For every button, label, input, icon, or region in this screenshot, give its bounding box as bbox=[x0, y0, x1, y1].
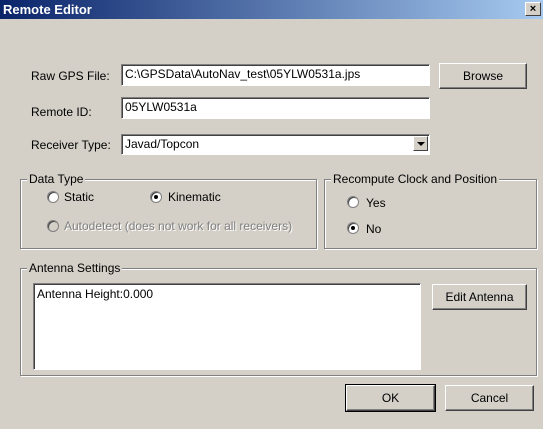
antenna-settings-title: Antenna Settings bbox=[27, 261, 123, 275]
static-label[interactable]: Static bbox=[64, 190, 94, 204]
recompute-group: Recompute Clock and Position bbox=[324, 172, 537, 249]
antenna-settings-list[interactable]: Antenna Height:0.000 bbox=[33, 283, 421, 370]
receiver-type-label: Receiver Type: bbox=[31, 138, 111, 152]
raw-gps-file-label: Raw GPS File: bbox=[31, 69, 110, 83]
recompute-yes-radio[interactable] bbox=[347, 196, 359, 208]
kinematic-label[interactable]: Kinematic bbox=[168, 190, 221, 204]
close-button[interactable]: × bbox=[525, 2, 541, 16]
recompute-yes-label[interactable]: Yes bbox=[366, 196, 386, 210]
remote-id-input[interactable]: 05YLW0531a bbox=[121, 97, 430, 119]
recompute-no-label[interactable]: No bbox=[366, 222, 381, 236]
receiver-type-value: Javad/Topcon bbox=[125, 137, 200, 151]
data-type-title: Data Type bbox=[27, 172, 86, 186]
remote-id-label: Remote ID: bbox=[31, 105, 92, 119]
autodetect-label: Autodetect (does not work for all receiv… bbox=[64, 219, 293, 233]
receiver-type-select[interactable]: Javad/Topcon bbox=[121, 134, 430, 155]
close-icon: × bbox=[529, 3, 537, 15]
ok-button[interactable]: OK bbox=[345, 384, 436, 412]
static-radio[interactable] bbox=[47, 191, 59, 203]
antenna-height-text: Antenna Height:0.000 bbox=[37, 287, 154, 301]
raw-gps-file-input[interactable]: C:\GPSData\AutoNav_test\05YLW0531a.jps bbox=[121, 64, 430, 86]
autodetect-radio bbox=[47, 220, 59, 232]
recompute-no-radio[interactable] bbox=[347, 222, 359, 234]
recompute-title: Recompute Clock and Position bbox=[331, 172, 500, 186]
chevron-down-icon[interactable] bbox=[413, 136, 428, 151]
browse-button[interactable]: Browse bbox=[439, 63, 527, 89]
edit-antenna-button[interactable]: Edit Antenna bbox=[432, 284, 527, 310]
window-title: Remote Editor bbox=[3, 2, 92, 17]
cancel-button[interactable]: Cancel bbox=[445, 385, 534, 411]
kinematic-radio[interactable] bbox=[150, 191, 162, 203]
title-bar: Remote Editor × bbox=[0, 0, 543, 19]
